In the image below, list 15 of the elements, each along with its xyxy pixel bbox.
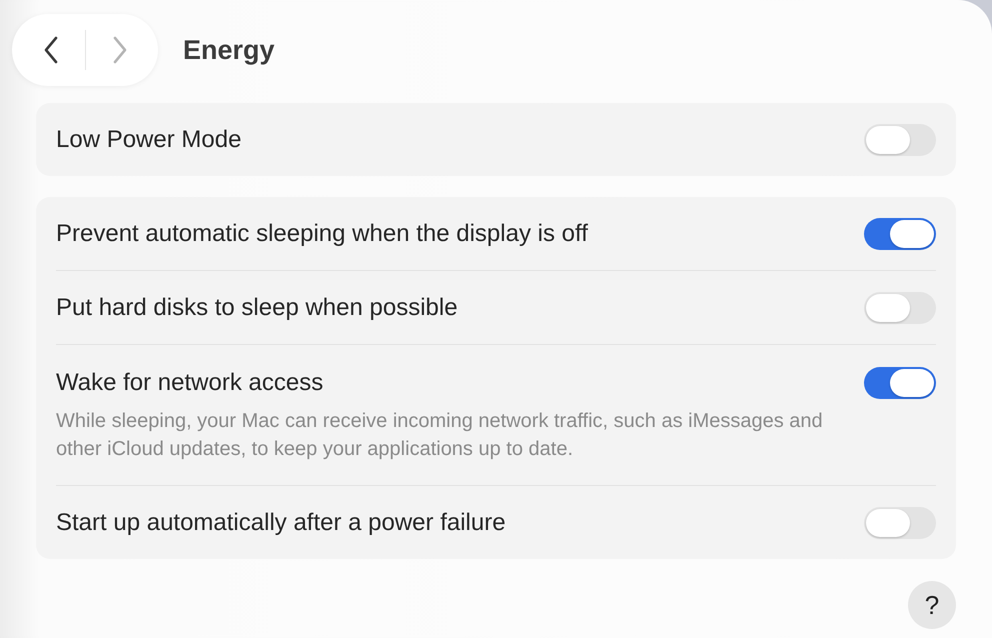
toggle-switch[interactable] bbox=[864, 218, 936, 250]
help-button[interactable]: ? bbox=[908, 581, 956, 629]
setting-label: Prevent automatic sleeping when the display is off bbox=[56, 219, 588, 249]
setting-label: Low Power Mode bbox=[56, 125, 242, 155]
toggle-switch[interactable] bbox=[864, 124, 936, 156]
setting-label: Put hard disks to sleep when possible bbox=[56, 293, 458, 323]
setting-description: While sleeping, your Mac can receive incoming network traffic, such as iMessages and other iCloud updates, to keep your applications up to date. bbox=[56, 409, 824, 462]
toggle-switch[interactable] bbox=[864, 292, 936, 324]
setting-label: Wake for network access bbox=[56, 368, 324, 398]
back-icon bbox=[42, 36, 58, 64]
setting-label: Start up automatically after a power failure bbox=[56, 508, 506, 538]
page-title: Energy bbox=[183, 34, 275, 66]
toggle-switch[interactable] bbox=[864, 367, 936, 399]
forward-icon bbox=[112, 36, 128, 64]
toggle-switch[interactable] bbox=[864, 507, 936, 539]
